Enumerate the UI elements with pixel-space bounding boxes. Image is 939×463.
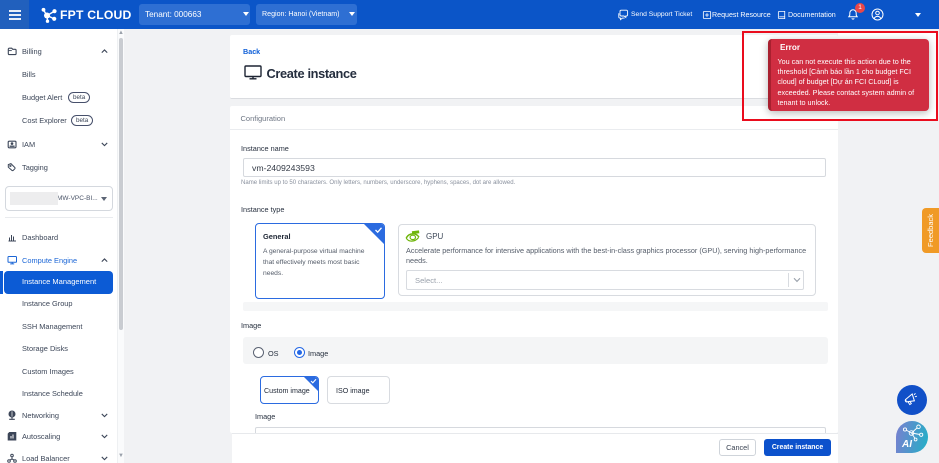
- svg-text:AI: AI: [901, 439, 912, 450]
